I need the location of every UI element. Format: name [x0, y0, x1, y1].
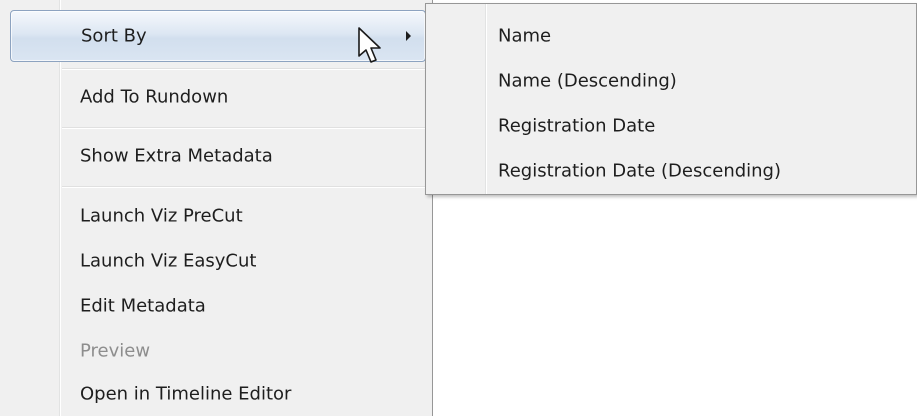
- menu-item-label: Launch Viz EasyCut: [80, 250, 257, 272]
- menu-item-label: Open in Timeline Editor: [80, 383, 292, 405]
- submenu-item-label: Name: [498, 25, 552, 47]
- submenu-item-label: Name (Descending): [498, 70, 677, 92]
- submenu-item-label: Registration Date: [498, 115, 656, 137]
- menu-item-label: Show Extra Metadata: [80, 145, 273, 167]
- menu-item-launch-viz-easycut[interactable]: Launch Viz EasyCut: [0, 239, 432, 283]
- submenu-item-label: Registration Date (Descending): [498, 160, 782, 182]
- menu-item-add-to-rundown[interactable]: Add To Rundown: [0, 75, 432, 119]
- menu-item-launch-viz-precut[interactable]: Launch Viz PreCut: [0, 194, 432, 238]
- mouse-pointer-icon: [358, 27, 381, 63]
- menu-item-label: Sort By: [81, 25, 147, 47]
- submenu-item-name[interactable]: Name: [426, 14, 916, 58]
- menu-item-label: Edit Metadata: [80, 295, 206, 317]
- menu-separator: [62, 186, 432, 188]
- menu-separator: [62, 127, 432, 129]
- menu-item-label: Launch Viz PreCut: [80, 205, 243, 227]
- menu-item-preview: Preview: [0, 329, 432, 373]
- menu-item-open-in-timeline-editor[interactable]: Open in Timeline Editor: [0, 372, 432, 416]
- sort-by-submenu: Name Name (Descending) Registration Date…: [425, 3, 917, 195]
- menu-item-label: Add To Rundown: [80, 86, 229, 108]
- submenu-item-name-descending[interactable]: Name (Descending): [426, 59, 916, 103]
- chevron-right-icon: [406, 31, 411, 41]
- submenu-item-registration-date[interactable]: Registration Date: [426, 104, 916, 148]
- submenu-item-registration-date-descending[interactable]: Registration Date (Descending): [426, 149, 916, 193]
- menu-item-edit-metadata[interactable]: Edit Metadata: [0, 284, 432, 328]
- menu-item-label: Preview: [80, 340, 151, 362]
- screen: Sort By Add To Rundown Show Extra Metada…: [0, 0, 917, 416]
- menu-item-show-extra-metadata[interactable]: Show Extra Metadata: [0, 134, 432, 178]
